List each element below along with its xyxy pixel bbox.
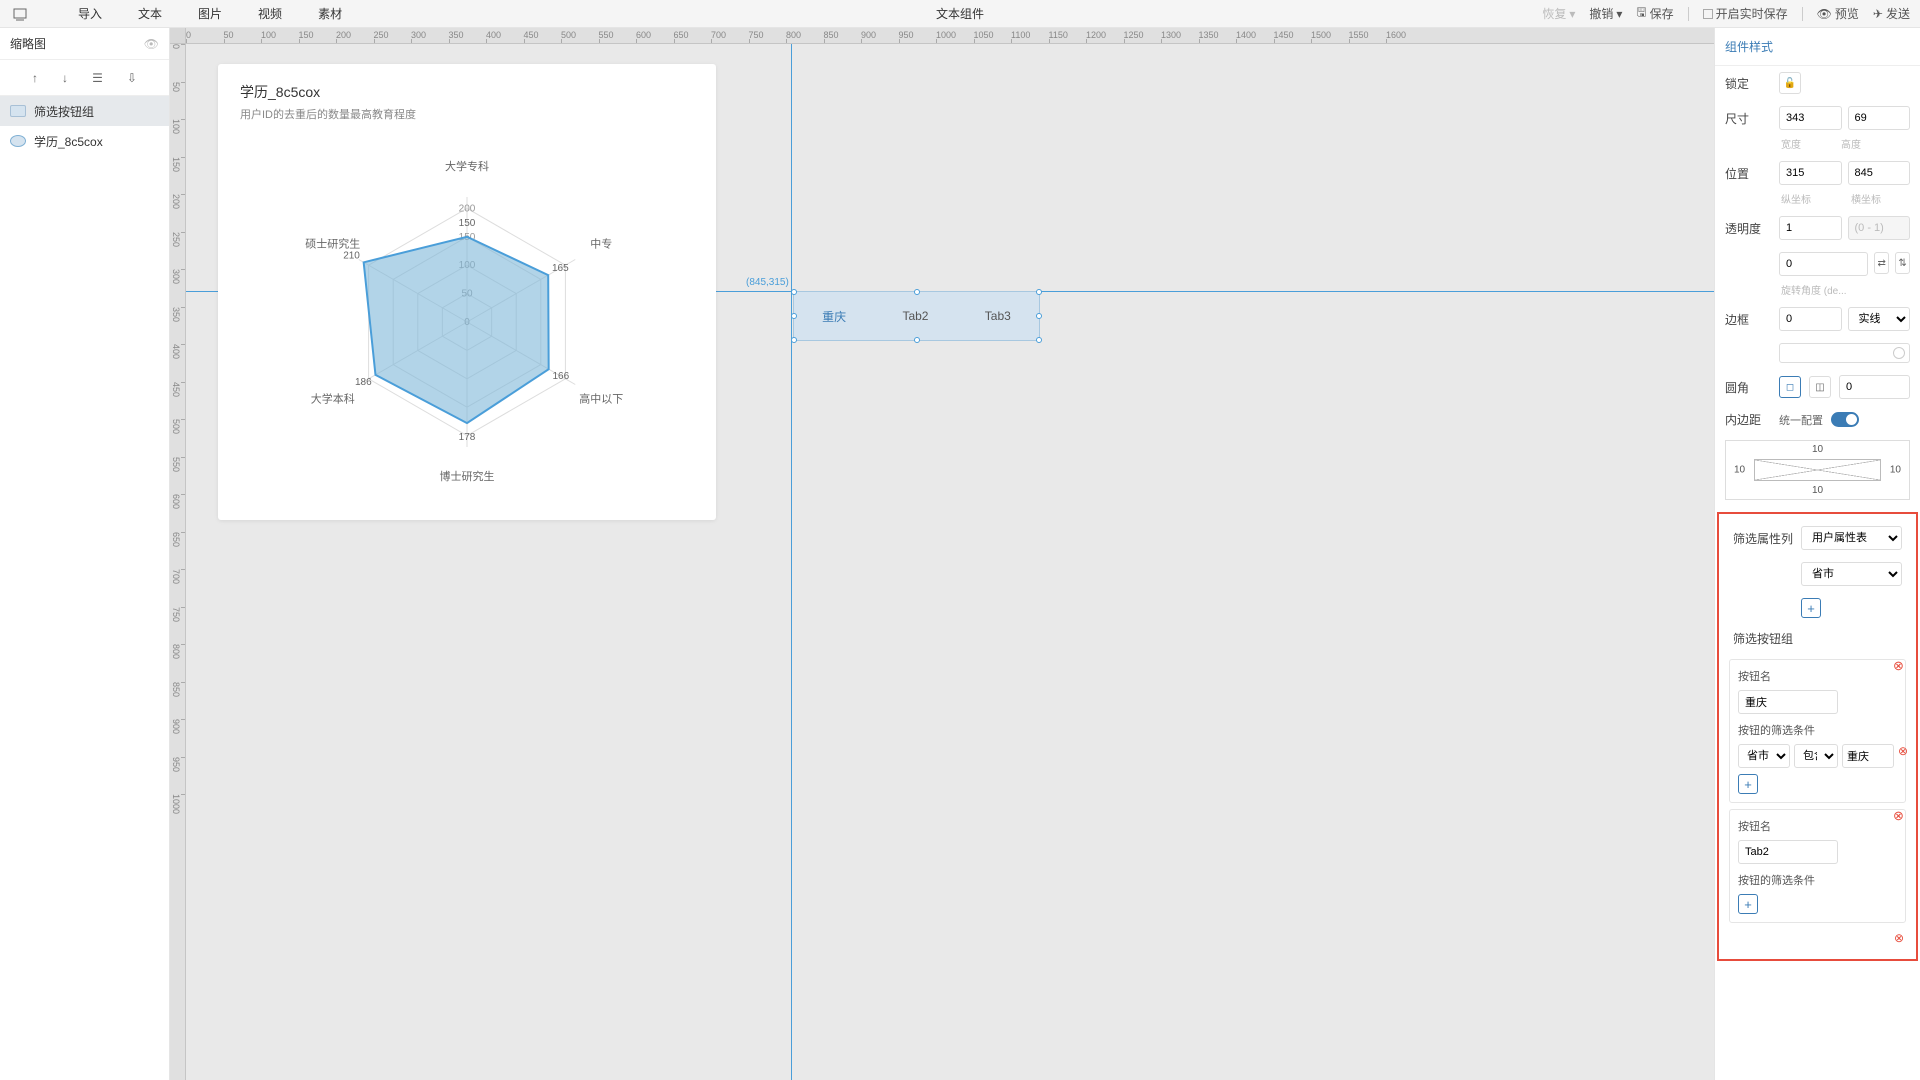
redo-button[interactable]: 恢复 ▾: [1542, 5, 1575, 22]
add-attr-button[interactable]: +: [1801, 598, 1821, 618]
radius-input[interactable]: [1839, 375, 1910, 399]
menu-image[interactable]: 图片: [180, 5, 240, 22]
border-style-select[interactable]: 实线: [1848, 307, 1911, 331]
svg-text:大学专科: 大学专科: [445, 159, 489, 173]
preview-button[interactable]: 👁 预览: [1817, 5, 1859, 22]
delete-cond-icon[interactable]: ⊗: [1898, 744, 1908, 768]
filter-config-section: 筛选属性列 用户属性表 省市 + 筛选按钮组 ⊗ 按钮名 按钮的筛选条件 省市 …: [1717, 512, 1918, 961]
button-name-input[interactable]: [1738, 690, 1838, 714]
padding-unified-toggle[interactable]: [1831, 412, 1859, 427]
flip-h-icon[interactable]: ⇄: [1874, 252, 1889, 274]
border-width-input[interactable]: [1779, 307, 1842, 331]
chart-title: 学历_8c5cox: [240, 82, 694, 102]
align-icon[interactable]: ☰: [92, 71, 103, 85]
page-title: 文本组件: [936, 5, 984, 22]
realtime-save-toggle[interactable]: 开启实时保存: [1703, 5, 1788, 22]
undo-button[interactable]: 撤销 ▾: [1589, 5, 1622, 22]
visibility-icon[interactable]: 👁: [144, 37, 159, 51]
svg-text:高中以下: 高中以下: [579, 392, 623, 406]
canvas[interactable]: 0501001502002503003504004505005506006507…: [170, 28, 1714, 1080]
save-button[interactable]: 🖫 保存: [1636, 3, 1673, 24]
delete-group-icon[interactable]: ⊗: [1893, 808, 1907, 822]
radius-all-icon[interactable]: ◻: [1779, 376, 1801, 398]
svg-text:165: 165: [552, 263, 569, 274]
cond-op-select[interactable]: 包含: [1794, 744, 1838, 768]
layer-item[interactable]: 筛选按钮组: [0, 96, 169, 126]
cond-value-input[interactable]: [1842, 744, 1894, 768]
move-up-icon[interactable]: ↑: [32, 71, 38, 85]
svg-text:博士研究生: 博士研究生: [440, 469, 495, 483]
lock-toggle-icon[interactable]: 🔓: [1779, 72, 1801, 94]
height-input[interactable]: [1848, 106, 1911, 130]
svg-text:150: 150: [459, 218, 476, 229]
app-logo-icon[interactable]: [10, 4, 30, 24]
svg-text:大学本科: 大学本科: [311, 392, 355, 406]
guide-vertical: [791, 44, 792, 1080]
add-cond-button[interactable]: +: [1738, 894, 1758, 914]
chart-subtitle: 用户ID的去重后的数量最高教育程度: [240, 106, 694, 122]
top-menu: 导入 文本 图片 视频 素材 文本组件 恢复 ▾ 撤销 ▾ 🖫 保存 开启实时保…: [0, 0, 1920, 28]
move-down-icon[interactable]: ↓: [62, 71, 68, 85]
svg-text:硕士研究生: 硕士研究生: [305, 237, 360, 251]
filter-button-group: ⊗ 按钮名 按钮的筛选条件 +: [1729, 809, 1906, 923]
menu-text[interactable]: 文本: [120, 5, 180, 22]
properties-panel: 组件样式 锁定 🔓 尺寸 宽度高度 位置 纵坐标横坐标 透明度: [1714, 28, 1920, 1080]
layers-panel: 缩略图 👁 ↑ ↓ ☰ ⇩ 筛选按钮组学历_8c5cox: [0, 28, 170, 1080]
radar-chart-widget[interactable]: 学历_8c5cox 用户ID的去重后的数量最高教育程度 050100150200…: [218, 64, 716, 520]
svg-text:200: 200: [459, 203, 476, 214]
svg-text:186: 186: [355, 377, 372, 388]
layer-item[interactable]: 学历_8c5cox: [0, 126, 169, 156]
width-input[interactable]: [1779, 106, 1842, 130]
panel-title: 组件样式: [1715, 28, 1920, 66]
filter-tabs-widget[interactable]: 重庆 Tab2 Tab3: [793, 291, 1040, 341]
filter-tab[interactable]: Tab2: [902, 309, 928, 323]
attr-field-select[interactable]: 省市: [1801, 562, 1902, 586]
padding-visual[interactable]: 10 10 10 10: [1725, 440, 1910, 500]
filter-tab[interactable]: Tab3: [985, 309, 1011, 323]
pos-y-input[interactable]: [1848, 161, 1911, 185]
delete-group-icon[interactable]: ⊗: [1893, 658, 1907, 672]
menu-material[interactable]: 素材: [300, 5, 360, 22]
menu-import[interactable]: 导入: [60, 5, 120, 22]
flip-v-icon[interactable]: ⇅: [1895, 252, 1910, 274]
svg-text:210: 210: [343, 250, 360, 261]
send-button[interactable]: ✈ 发送: [1873, 5, 1910, 22]
download-icon[interactable]: ⇩: [127, 71, 137, 85]
pos-x-input[interactable]: [1779, 161, 1842, 185]
radius-individual-icon[interactable]: ◫: [1809, 376, 1831, 398]
filter-tab[interactable]: 重庆: [822, 308, 846, 325]
rotate-input[interactable]: [1779, 252, 1868, 276]
filter-button-group: ⊗ 按钮名 按钮的筛选条件 省市 包含 ⊗ +: [1729, 659, 1906, 803]
attr-table-select[interactable]: 用户属性表: [1801, 526, 1902, 550]
opacity-input[interactable]: [1779, 216, 1842, 240]
menu-video[interactable]: 视频: [240, 5, 300, 22]
button-name-input[interactable]: [1738, 840, 1838, 864]
cond-field-select[interactable]: 省市: [1738, 744, 1790, 768]
svg-text:166: 166: [552, 371, 569, 382]
svg-text:中专: 中专: [590, 237, 612, 251]
add-cond-button[interactable]: +: [1738, 774, 1758, 794]
svg-text:178: 178: [459, 432, 476, 443]
coord-label: (845,315): [746, 277, 789, 288]
delete-extra-icon[interactable]: ⊗: [1894, 931, 1904, 945]
thumbnail-title: 缩略图: [10, 35, 46, 52]
border-color-picker[interactable]: [1779, 343, 1910, 363]
